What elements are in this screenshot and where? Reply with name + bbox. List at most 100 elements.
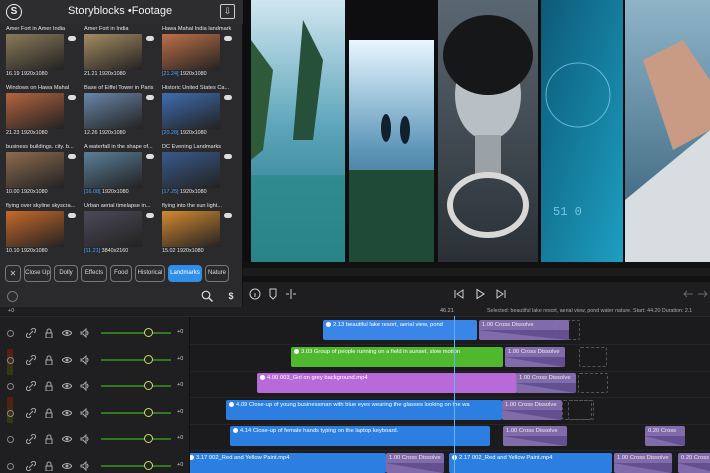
transition-clip[interactable]: 1.00 Cross Dissolve: [614, 452, 672, 473]
tag-food[interactable]: Food: [110, 265, 132, 282]
tag-historical[interactable]: Historical: [135, 265, 165, 282]
track-enable-icon[interactable]: [7, 462, 14, 470]
clip-card[interactable]: Historic United States Ca... [20.28] 1920…: [162, 85, 234, 144]
clip-thumbnail[interactable]: [6, 211, 64, 247]
eye-icon[interactable]: [62, 355, 72, 365]
clip-card[interactable]: flying into the sun light... 15.02 1920x1…: [162, 203, 234, 260]
clip-thumbnail[interactable]: [6, 152, 64, 188]
transition-clip[interactable]: 1.00 Cross Dissolve: [503, 426, 567, 446]
eye-icon[interactable]: [62, 434, 72, 444]
clip-card[interactable]: Amer Fort in Amer India 16.19 1920x1080: [6, 26, 78, 85]
info-icon[interactable]: [249, 288, 261, 300]
link-icon[interactable]: [26, 460, 36, 471]
link-icon[interactable]: [26, 407, 36, 418]
volume-slider[interactable]: [101, 358, 171, 361]
clip-thumbnail[interactable]: [6, 93, 64, 129]
speaker-icon[interactable]: [80, 407, 90, 418]
speaker-icon[interactable]: [80, 434, 90, 444]
clip-card[interactable]: business buildings. city. b... 10.00 1920…: [6, 144, 78, 203]
clip-thumbnail[interactable]: [6, 34, 64, 70]
speaker-icon[interactable]: [80, 328, 90, 338]
volume-knob[interactable]: [144, 354, 153, 364]
clip-thumbnail[interactable]: [162, 93, 220, 129]
undo-icon[interactable]: [683, 288, 695, 300]
redo-icon[interactable]: [696, 288, 708, 300]
clip-thumbnail[interactable]: [84, 152, 142, 188]
track-area[interactable]: 2.13 beautiful lake resort, aerial view,…: [190, 317, 710, 473]
storyblocks-logo-icon[interactable]: S: [6, 4, 22, 20]
split-icon[interactable]: [285, 288, 297, 300]
clip-card[interactable]: A waterfall in the shape of... [16.08] 19…: [84, 144, 156, 203]
speaker-icon[interactable]: [80, 381, 90, 391]
tag-close-up[interactable]: Close Up: [24, 265, 51, 282]
volume-knob[interactable]: [144, 328, 153, 337]
clip-card[interactable]: Urban aerial timelapse in... [11.21] 3840…: [84, 203, 156, 260]
clip-thumbnail[interactable]: [162, 152, 220, 188]
clip-card[interactable]: Amer Fort in India 21.21 1920x1080: [84, 26, 156, 85]
volume-slider[interactable]: [101, 411, 171, 414]
eye-icon[interactable]: [62, 381, 72, 391]
speaker-icon[interactable]: [80, 354, 90, 365]
lock-icon[interactable]: [44, 434, 54, 444]
clip-thumbnail[interactable]: [162, 211, 220, 247]
transition-clip[interactable]: 1.00 Cross Dissolve: [479, 320, 569, 340]
close-icon[interactable]: ✕: [5, 265, 21, 282]
eye-icon[interactable]: [62, 461, 72, 471]
tag-dolly[interactable]: Dolly: [54, 265, 78, 282]
clip-thumbnail[interactable]: [162, 34, 220, 70]
transition-clip[interactable]: 1.00 Cross Dissolve: [516, 373, 576, 393]
play-icon[interactable]: [474, 288, 486, 300]
clip-card[interactable]: Base of Eiffel Tower in Paris 12.26 1920x…: [84, 85, 156, 144]
transition-clip[interactable]: 0.20 Cross: [645, 426, 685, 446]
track-enable-icon[interactable]: [7, 436, 14, 443]
volume-knob[interactable]: [144, 460, 153, 470]
marker-icon[interactable]: [267, 288, 279, 300]
transition-clip[interactable]: 1.00 Cross Dissolve: [505, 346, 565, 367]
transition-clip[interactable]: 1.00 Cross Dissolve: [386, 452, 444, 473]
volume-slider[interactable]: [101, 332, 171, 334]
volume-slider[interactable]: [101, 385, 171, 387]
clip-thumbnail[interactable]: [84, 93, 142, 129]
tag-landmarks[interactable]: Landmarks: [168, 265, 202, 282]
eye-icon[interactable]: [62, 328, 72, 338]
link-icon[interactable]: [26, 434, 36, 444]
speaker-icon[interactable]: [80, 460, 90, 471]
search-icon[interactable]: [201, 290, 213, 302]
clip-card[interactable]: Hawa Mahal India landmark [21.24] 1920x10…: [162, 26, 234, 85]
timeline-ruler[interactable]: +0 46.21 Selected: beautiful lake resort…: [0, 307, 710, 317]
transition-clip[interactable]: 1.00 Cross Dissolve: [502, 399, 562, 420]
video-clip[interactable]: 4.14 Close-up of female hands typing on …: [230, 426, 490, 446]
lock-icon[interactable]: [44, 328, 54, 338]
playhead[interactable]: [454, 316, 455, 473]
volume-knob[interactable]: [144, 434, 153, 443]
transition-clip[interactable]: 0.20 Cross: [678, 452, 710, 473]
track-enable-icon[interactable]: [7, 383, 14, 390]
track-enable-icon[interactable]: [7, 409, 14, 417]
volume-slider[interactable]: [101, 464, 171, 467]
skip-back-icon[interactable]: [453, 288, 465, 300]
storyblocks-icon[interactable]: $: [224, 289, 238, 303]
video-clip[interactable]: 3.03 Group of people running on a field …: [291, 346, 503, 367]
video-clip[interactable]: 4.00 003_Girl on grey background.mp4: [257, 373, 517, 393]
video-clip[interactable]: 4.09 Close-up of young businessman with …: [226, 399, 502, 420]
clip-card[interactable]: flying over skyline skyscra... 10.10 1920…: [6, 203, 78, 260]
lock-icon[interactable]: [44, 461, 54, 471]
link-icon[interactable]: [26, 381, 36, 391]
download-icon[interactable]: ⇩: [220, 4, 235, 19]
link-icon[interactable]: [26, 328, 36, 338]
track-enable-icon[interactable]: [7, 330, 14, 337]
volume-slider[interactable]: [101, 438, 171, 440]
skip-forward-icon[interactable]: [495, 288, 507, 300]
track-enable-icon[interactable]: [7, 356, 14, 364]
clip-card[interactable]: DC Evening Landmarks [17.25] 1920x1080: [162, 144, 234, 203]
clip-thumbnail[interactable]: [84, 211, 142, 247]
tag-nature[interactable]: Nature: [205, 265, 229, 282]
clip-thumbnail[interactable]: [84, 34, 142, 70]
clip-card[interactable]: Windows on Hawa Mahal 21.23 1920x1080: [6, 85, 78, 144]
eye-icon[interactable]: [62, 408, 72, 418]
lock-icon[interactable]: [44, 408, 54, 418]
video-clip[interactable]: 2.17 002_Red and Yellow Paint.mp4: [449, 452, 612, 473]
volume-knob[interactable]: [144, 381, 153, 390]
lock-icon[interactable]: [44, 355, 54, 365]
scrub-bar[interactable]: [243, 268, 710, 276]
